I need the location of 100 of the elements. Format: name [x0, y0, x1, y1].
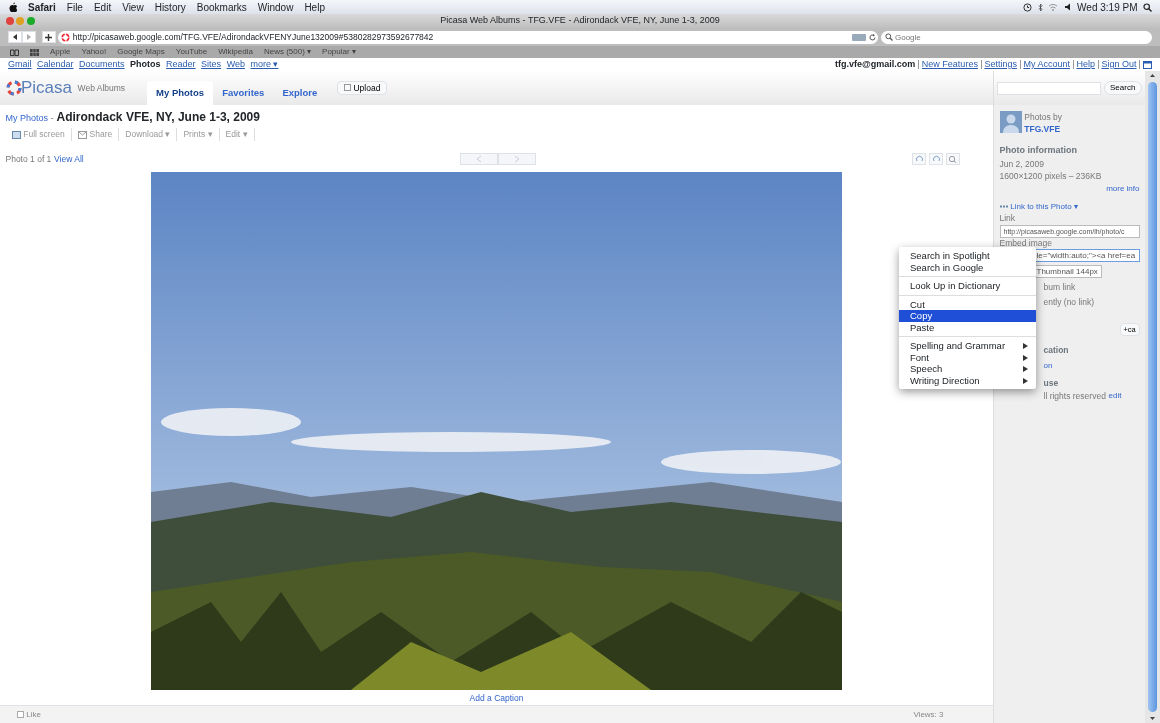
rotate-left-button[interactable]	[912, 153, 927, 166]
account-link[interactable]: New Features	[921, 57, 978, 72]
clock-icon	[1023, 2, 1033, 12]
google-service-link[interactable]: Sites	[201, 57, 222, 72]
bookmark-link[interactable]: Yahoo!	[81, 46, 107, 58]
back-button[interactable]	[8, 31, 22, 43]
owner-link[interactable]: TFG.VFE	[1024, 123, 1063, 136]
rights-text: ll rights reserved	[1043, 389, 1106, 403]
previous-photo-button[interactable]	[460, 153, 499, 166]
photo-date: Jun 2, 2009	[999, 157, 1045, 171]
menu-item[interactable]: File	[66, 0, 83, 15]
menu-item[interactable]: Cut	[899, 298, 1036, 310]
window-icon	[1143, 60, 1152, 69]
rotate-right-button[interactable]	[929, 153, 944, 166]
logo-subtitle: Web Albums	[77, 81, 126, 95]
rotate-left-icon	[915, 155, 924, 164]
account-link[interactable]: My Account	[1023, 57, 1070, 72]
view-all-link[interactable]: View All	[54, 152, 84, 166]
option-label: ently (no link)	[1043, 296, 1096, 309]
location-link[interactable]: on	[1043, 359, 1140, 372]
photo-counter: Photo 1 of 1	[5, 152, 52, 166]
section-heading: cation	[1043, 344, 1070, 357]
menu-item[interactable]: Window	[257, 0, 294, 15]
checkbox-icon	[16, 711, 24, 719]
option-label: bum link	[1043, 280, 1077, 294]
plus-icon	[45, 33, 52, 41]
menu-item[interactable]: Speech	[899, 363, 1036, 375]
account-link[interactable]: Settings	[984, 57, 1017, 72]
menu-item[interactable]: View	[122, 0, 144, 15]
magnifier-button[interactable]	[946, 153, 960, 166]
reload-icon	[868, 33, 876, 41]
address-bar[interactable]: http://picasaweb.google.com/TFG.VFE/AdirondackVFENYJune132009#5380282973592677842	[58, 30, 879, 44]
person-silhouette-icon	[999, 110, 1022, 133]
add-bookmark-button[interactable]	[41, 31, 56, 43]
search-field[interactable]: Google	[881, 30, 1152, 44]
google-service-link[interactable]: more ▾	[250, 57, 279, 72]
google-service-link[interactable]: Web	[226, 57, 245, 72]
menu-item[interactable]: History	[154, 0, 186, 15]
menu-item[interactable]: Edit	[93, 0, 112, 15]
field-label: Link	[999, 212, 1017, 225]
album-title: Adirondack VFE, NY, June 1-3, 2009	[56, 108, 260, 126]
breadcrumb-link[interactable]: My Photos	[5, 111, 49, 126]
url-text: http://picasaweb.google.com/TFG.VFE/AdirondackVFENYJune132009#5380282973592677842	[72, 30, 435, 44]
forward-arrow-icon	[26, 33, 32, 41]
search-button[interactable]: Search	[1103, 81, 1142, 95]
speaker-icon	[1063, 3, 1072, 11]
apple-icon	[8, 2, 17, 12]
sidebar-search-field[interactable]	[996, 81, 1101, 95]
google-service-link[interactable]: Photos	[130, 57, 161, 72]
link-menu[interactable]: Link to this Photo ▾	[1010, 200, 1078, 213]
search-icon	[1143, 2, 1152, 12]
bookmark-link[interactable]: News (500) ▾	[263, 46, 312, 58]
wifi-icon	[1048, 3, 1059, 11]
fullscreen-icon	[11, 130, 21, 139]
menu-item[interactable]: Font	[899, 351, 1036, 363]
rotate-right-icon	[931, 155, 941, 164]
menu-item[interactable]: Safari	[28, 0, 56, 15]
google-service-link[interactable]: Documents	[79, 57, 125, 72]
view-count: Views: 3	[913, 708, 944, 721]
edit-link[interactable]: edit	[1108, 389, 1122, 403]
section-heading: use	[1043, 377, 1060, 390]
picasa-logo-icon	[61, 32, 70, 42]
menu-item[interactable]: Writing Direction	[899, 374, 1036, 386]
add-caption-link[interactable]: Add a Caption	[469, 693, 524, 704]
bookmark-link[interactable]: Google Maps	[117, 46, 165, 58]
menu-item[interactable]: Spelling and Grammar	[899, 340, 1036, 352]
field-label: Embed image	[999, 236, 1053, 250]
bookmark-link[interactable]: Wikipedia	[218, 46, 253, 58]
nav-tab[interactable]: Explore	[273, 80, 327, 105]
more-info-link[interactable]: more info	[1106, 183, 1140, 195]
menu-item[interactable]: Look Up in Dictionary	[899, 280, 1036, 292]
envelope-icon	[77, 130, 87, 139]
magnifier-icon	[948, 155, 958, 164]
upload-button[interactable]: Upload	[337, 80, 387, 96]
bookmark-link[interactable]: Apple	[50, 46, 71, 58]
window-title: Picasa Web Albums - TFG.VFE - Adirondack VFE, NY, June 1-3, 2009	[440, 14, 720, 28]
search-icon	[885, 33, 893, 41]
photos-by-label: Photos by	[1024, 110, 1063, 124]
nav-tab[interactable]: Favorites	[213, 80, 274, 105]
bookmark-link[interactable]: YouTube	[175, 46, 208, 58]
google-service-link[interactable]: Gmail	[8, 57, 32, 72]
link-icon	[999, 204, 1008, 209]
scrollbar-thumb[interactable]	[1148, 82, 1157, 712]
menu-item[interactable]: Paste	[899, 321, 1036, 333]
menubar-clock[interactable]: Wed 3:19 PM	[1077, 0, 1138, 15]
scrollbar[interactable]	[1145, 71, 1160, 723]
google-service-link[interactable]: Reader	[166, 57, 196, 72]
menu-item[interactable]: Copy	[899, 310, 1036, 322]
google-service-link[interactable]: Calendar	[37, 57, 74, 72]
menu-item[interactable]: Help	[304, 0, 325, 15]
picasa-logo-text: Picasa	[21, 77, 73, 100]
bluetooth-icon	[1037, 2, 1043, 12]
picasa-logo-icon	[5, 79, 22, 96]
bookmark-link[interactable]: Popular ▾	[322, 46, 356, 58]
nav-tab[interactable]: My Photos	[147, 80, 214, 105]
account-link[interactable]: Help	[1076, 57, 1095, 72]
breadcrumb-separator: -	[50, 111, 54, 125]
menu-item[interactable]: Bookmarks	[196, 0, 247, 15]
account-link[interactable]: Sign Out	[1101, 57, 1137, 72]
next-photo-button[interactable]	[498, 153, 537, 166]
